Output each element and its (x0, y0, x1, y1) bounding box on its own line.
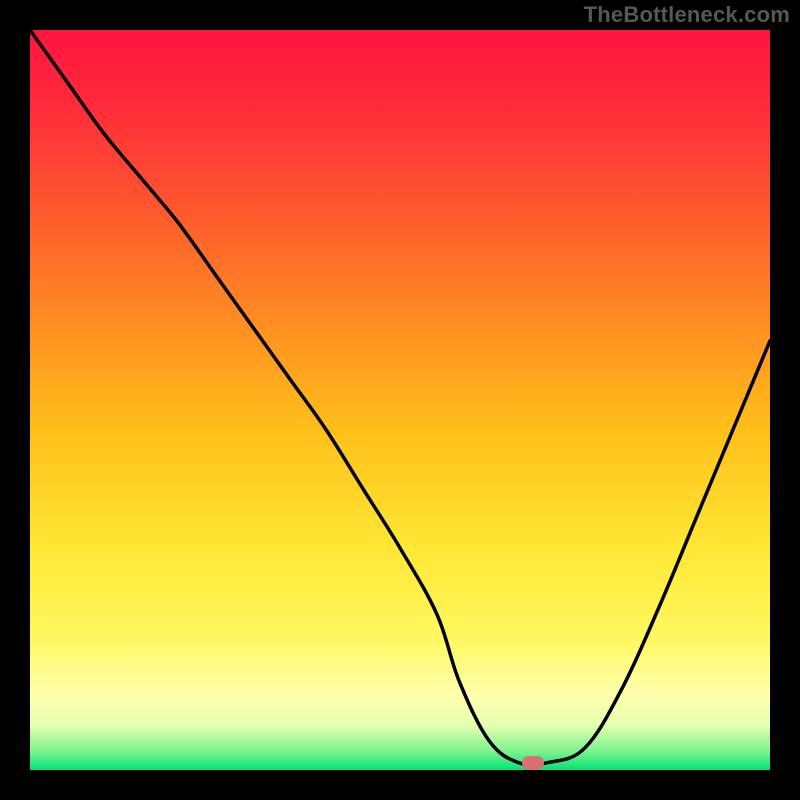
watermark-text: TheBottleneck.com (584, 2, 790, 28)
bottleneck-curve (30, 30, 770, 765)
chart-svg (30, 30, 770, 770)
optimal-point-marker (522, 756, 544, 770)
chart-frame: TheBottleneck.com (0, 0, 800, 800)
plot-area (30, 30, 770, 770)
